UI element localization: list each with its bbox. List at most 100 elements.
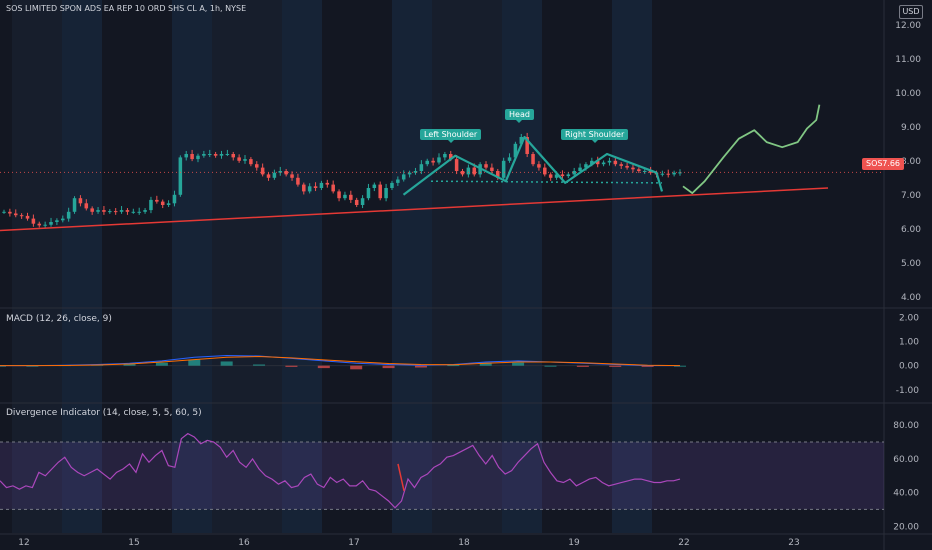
candle-body-56 bbox=[331, 184, 335, 192]
candle-body-62 bbox=[366, 188, 371, 199]
candle-body-36 bbox=[213, 154, 218, 156]
candle-body-44 bbox=[260, 167, 265, 175]
candle-body-4 bbox=[25, 215, 30, 219]
candle-body-64 bbox=[378, 184, 382, 199]
candle-body-71 bbox=[419, 164, 424, 171]
div-tick-0: 80.00 bbox=[893, 421, 919, 431]
candle-body-102 bbox=[601, 162, 606, 165]
candle-body-20 bbox=[119, 210, 124, 212]
candle-body-82 bbox=[484, 164, 488, 168]
currency-button[interactable]: USD bbox=[899, 5, 923, 19]
macd-hist-8 bbox=[253, 364, 266, 366]
candle-body-63 bbox=[372, 184, 377, 188]
candle-body-104 bbox=[613, 160, 618, 165]
candle-body-112 bbox=[660, 173, 665, 175]
macd-hist-11 bbox=[350, 365, 363, 370]
price-tick-3: 7.00 bbox=[901, 191, 921, 201]
candle-body-15 bbox=[90, 208, 94, 212]
candle-body-105 bbox=[619, 164, 623, 166]
div-tick-3: 20.00 bbox=[893, 522, 919, 532]
x-tick-3: 17 bbox=[348, 538, 359, 548]
candle-body-25 bbox=[149, 199, 153, 211]
candle-body-90 bbox=[531, 154, 535, 165]
macd-hist-18 bbox=[576, 365, 589, 367]
candle-body-24 bbox=[143, 210, 147, 212]
rsi-band bbox=[0, 442, 884, 510]
x-tick-7: 23 bbox=[788, 538, 799, 548]
candle-body-68 bbox=[401, 174, 406, 180]
candle-body-19 bbox=[113, 211, 118, 213]
candle-body-78 bbox=[460, 171, 465, 175]
candle-body-67 bbox=[396, 179, 400, 183]
candle-body-14 bbox=[84, 203, 89, 209]
candle-body-33 bbox=[196, 155, 200, 160]
candle-body-30 bbox=[178, 157, 183, 195]
macd-hist-16 bbox=[512, 362, 525, 366]
macd-hist-17 bbox=[544, 365, 557, 367]
candle-body-18 bbox=[108, 211, 112, 213]
badge-value: 7.66 bbox=[882, 159, 900, 168]
macd-title: MACD (12, 26, close, 9) bbox=[6, 314, 112, 324]
candle-body-5 bbox=[31, 218, 36, 224]
macd-hist-7 bbox=[220, 361, 233, 366]
macd-hist-13 bbox=[414, 365, 427, 368]
candle-body-29 bbox=[172, 194, 177, 204]
candle-body-77 bbox=[454, 159, 459, 171]
macd-hist-10 bbox=[317, 365, 330, 369]
divergence-title: Divergence Indicator (14, close, 5, 5, 6… bbox=[6, 408, 202, 418]
last-price-badge: SOS 7.66 bbox=[862, 158, 904, 170]
candle-body-11 bbox=[66, 211, 71, 219]
candle-body-28 bbox=[166, 203, 171, 205]
candle-body-92 bbox=[543, 167, 547, 175]
candle-body-106 bbox=[625, 165, 629, 168]
candle-body-35 bbox=[207, 154, 212, 155]
candle-body-93 bbox=[548, 174, 553, 178]
macd-hist-6 bbox=[188, 359, 201, 366]
candle-body-74 bbox=[437, 157, 441, 163]
candle-body-51 bbox=[302, 184, 306, 192]
price-tick-0: 4.00 bbox=[901, 293, 921, 303]
candle-body-37 bbox=[219, 154, 224, 156]
candle-body-39 bbox=[231, 154, 236, 158]
candle-body-0 bbox=[2, 211, 6, 213]
candle-body-3 bbox=[19, 215, 24, 217]
candle-body-34 bbox=[202, 154, 206, 156]
candle-body-80 bbox=[472, 167, 477, 175]
macd-tick-3: -1.00 bbox=[896, 386, 920, 396]
x-tick-6: 22 bbox=[678, 538, 689, 548]
macd-tick-0: 2.00 bbox=[899, 313, 919, 323]
price-tick-1: 5.00 bbox=[901, 259, 921, 269]
candle-body-83 bbox=[490, 167, 494, 171]
x-tick-0: 12 bbox=[18, 538, 29, 548]
candle-body-55 bbox=[325, 182, 330, 185]
candle-body-41 bbox=[243, 159, 247, 161]
candle-body-107 bbox=[631, 167, 635, 170]
candle-body-54 bbox=[319, 182, 324, 188]
candle-body-69 bbox=[407, 172, 412, 175]
chart-title: SOS LIMITED SPON ADS EA REP 10 ORD SHS C… bbox=[6, 4, 247, 13]
candle-body-8 bbox=[49, 222, 53, 225]
candle-body-31 bbox=[184, 154, 188, 158]
candle-body-21 bbox=[125, 210, 130, 212]
candle-body-42 bbox=[249, 159, 253, 165]
candle-body-60 bbox=[354, 199, 359, 205]
candle-body-1 bbox=[8, 211, 12, 214]
candle-body-61 bbox=[360, 198, 365, 205]
candle-body-65 bbox=[384, 188, 388, 199]
price-tick-4: 8.00 bbox=[901, 157, 921, 167]
candle-body-23 bbox=[137, 211, 141, 213]
right-shoulder-label: Right Shoulder bbox=[561, 129, 629, 143]
candle-body-7 bbox=[43, 224, 47, 226]
candle-body-46 bbox=[272, 172, 277, 178]
x-tick-5: 19 bbox=[568, 538, 580, 548]
candle-body-27 bbox=[160, 201, 165, 205]
price-tick-8: 12.00 bbox=[895, 21, 921, 31]
candle-body-53 bbox=[313, 186, 318, 188]
macd-hist-19 bbox=[609, 365, 622, 367]
macd-hist-12 bbox=[382, 365, 395, 369]
candle-body-2 bbox=[13, 213, 18, 216]
candle-body-79 bbox=[466, 167, 471, 175]
candle-body-109 bbox=[642, 171, 647, 172]
candle-body-86 bbox=[507, 157, 512, 161]
candle-body-108 bbox=[637, 169, 641, 171]
